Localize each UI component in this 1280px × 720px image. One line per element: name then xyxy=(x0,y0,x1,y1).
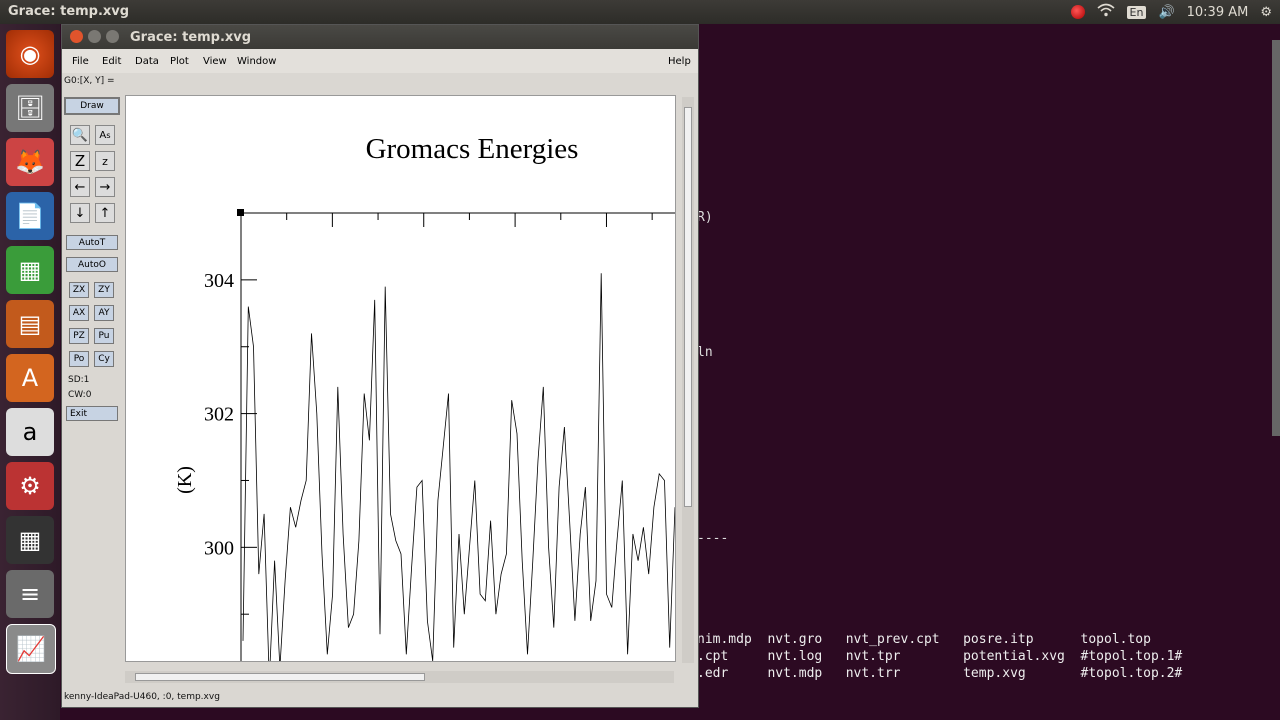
y-tick-label: 302 xyxy=(204,404,234,426)
plot-canvas[interactable]: Gromacs Energies (K) 304 302 300 xyxy=(125,95,676,662)
active-window-title: Grace: temp.xvg xyxy=(8,4,130,19)
volume-icon[interactable]: 🔊 xyxy=(1158,5,1174,20)
tool-panel: Draw 🔍 As Z z ← → ↓ ↑ AutoT AutoO ZX ZY … xyxy=(64,95,122,685)
terminal-line: .cpt nvt.log nvt.tpr potential.xvg #topo… xyxy=(697,649,1183,664)
terminal-line: nim.mdp nvt.gro nvt_prev.cpt posre.itp t… xyxy=(697,632,1151,647)
y-tick-label: 300 xyxy=(204,537,234,559)
chart-svg: Gromacs Energies (K) 304 302 300 xyxy=(174,133,675,661)
terminal-fragment: ---- xyxy=(697,531,729,546)
y-tick-label: 304 xyxy=(204,270,234,292)
calc-icon[interactable]: ▦ xyxy=(6,246,54,294)
menu-data[interactable]: Data xyxy=(135,56,159,67)
software-center-icon[interactable]: A xyxy=(6,354,54,402)
locator-readout: G0:[X, Y] = xyxy=(64,76,115,86)
pz-button[interactable]: PZ xyxy=(69,328,89,344)
files-icon[interactable]: 🗄 xyxy=(6,84,54,132)
vertical-scrollbar[interactable] xyxy=(682,97,694,663)
horizontal-scrollbar[interactable] xyxy=(125,671,674,683)
selection-handle xyxy=(237,209,244,216)
arrow-up-icon[interactable]: ↑ xyxy=(95,203,115,223)
zoom-in-icon[interactable]: Z xyxy=(70,151,90,171)
workspace-switcher-icon[interactable]: ▦ xyxy=(6,516,54,564)
arrow-right-icon[interactable]: → xyxy=(95,177,115,197)
current-world-label: CW:0 xyxy=(68,390,92,400)
zoom-out-icon[interactable]: z xyxy=(95,151,115,171)
close-icon[interactable] xyxy=(70,30,83,43)
menu-edit[interactable]: Edit xyxy=(102,56,121,67)
exit-button[interactable]: Exit xyxy=(66,406,118,421)
keyboard-layout-indicator[interactable]: En xyxy=(1126,5,1147,19)
menu-window[interactable]: Window xyxy=(237,56,276,67)
autoscale-text-icon[interactable]: As xyxy=(95,125,115,145)
cy-button[interactable]: Cy xyxy=(94,351,114,367)
zoom-icon[interactable]: 🔍 xyxy=(70,125,90,145)
terminal-window[interactable]: R) ln ---- nim.mdp nvt.gro nvt_prev.cpt … xyxy=(697,24,1280,720)
wifi-icon[interactable] xyxy=(1096,3,1115,21)
grace-icon[interactable]: 📈 xyxy=(6,624,56,674)
terminal-scrollbar[interactable] xyxy=(1272,40,1280,436)
clock[interactable]: 10:39 AM xyxy=(1187,5,1249,20)
grace-window: Grace: temp.xvg File Edit Data Plot View… xyxy=(61,24,699,708)
terminal-line: .edr nvt.mdp nvt.trr temp.xvg #topol.top… xyxy=(697,666,1183,681)
pu-button[interactable]: Pu xyxy=(94,328,114,344)
po-button[interactable]: Po xyxy=(69,351,89,367)
ay-button[interactable]: AY xyxy=(94,305,114,321)
settings-gear-icon[interactable]: ⚙ xyxy=(1260,5,1272,20)
arrow-left-icon[interactable]: ← xyxy=(70,177,90,197)
system-settings-icon[interactable]: ⚙ xyxy=(6,462,54,510)
firefox-icon[interactable]: 🦊 xyxy=(6,138,54,186)
window-titlebar[interactable]: Grace: temp.xvg xyxy=(62,25,698,49)
set-display-label: SD:1 xyxy=(68,375,90,385)
temperature-series-line xyxy=(242,273,675,661)
horizontal-scrollbar-thumb[interactable] xyxy=(135,673,425,681)
chart-title: Gromacs Energies xyxy=(366,133,579,165)
ax-button[interactable]: AX xyxy=(69,305,89,321)
impress-icon[interactable]: ▤ xyxy=(6,300,54,348)
maximize-icon[interactable] xyxy=(106,30,119,43)
menu-help[interactable]: Help xyxy=(668,56,691,67)
status-bar: kenny-IdeaPad-U460, :0, temp.xvg xyxy=(62,687,698,707)
autoo-button[interactable]: AutoO xyxy=(66,257,118,272)
zx-button[interactable]: ZX xyxy=(69,282,89,298)
disks-icon[interactable]: ≡ xyxy=(6,570,54,618)
top-panel: Grace: temp.xvg En 🔊 10:39 AM ⚙ xyxy=(0,0,1280,24)
ubuntu-dash-icon[interactable]: ◉ xyxy=(6,30,54,78)
status-text: kenny-IdeaPad-U460, :0, temp.xvg xyxy=(64,692,220,702)
y-axis-label: (K) xyxy=(174,466,196,494)
autot-button[interactable]: AutoT xyxy=(66,235,118,250)
terminal-fragment: R) xyxy=(697,210,713,225)
window-title: Grace: temp.xvg xyxy=(130,30,252,45)
amazon-icon[interactable]: a xyxy=(6,408,54,456)
writer-icon[interactable]: 📄 xyxy=(6,192,54,240)
draw-button[interactable]: Draw xyxy=(64,97,120,115)
menu-view[interactable]: View xyxy=(203,56,227,67)
vertical-scrollbar-thumb[interactable] xyxy=(684,107,692,507)
arrow-down-icon[interactable]: ↓ xyxy=(70,203,90,223)
zy-button[interactable]: ZY xyxy=(94,282,114,298)
menubar: File Edit Data Plot View Window Help xyxy=(62,49,698,73)
menu-file[interactable]: File xyxy=(72,56,89,67)
record-indicator-icon[interactable] xyxy=(1070,5,1085,19)
menu-plot[interactable]: Plot xyxy=(170,56,189,67)
system-tray: En 🔊 10:39 AM ⚙ xyxy=(1070,3,1272,21)
launcher: ◉ 🗄 🦊 📄 ▦ ▤ A a ⚙ ▦ ≡ 📈 xyxy=(0,24,60,720)
terminal-fragment: ln xyxy=(697,345,713,360)
minimize-icon[interactable] xyxy=(88,30,101,43)
